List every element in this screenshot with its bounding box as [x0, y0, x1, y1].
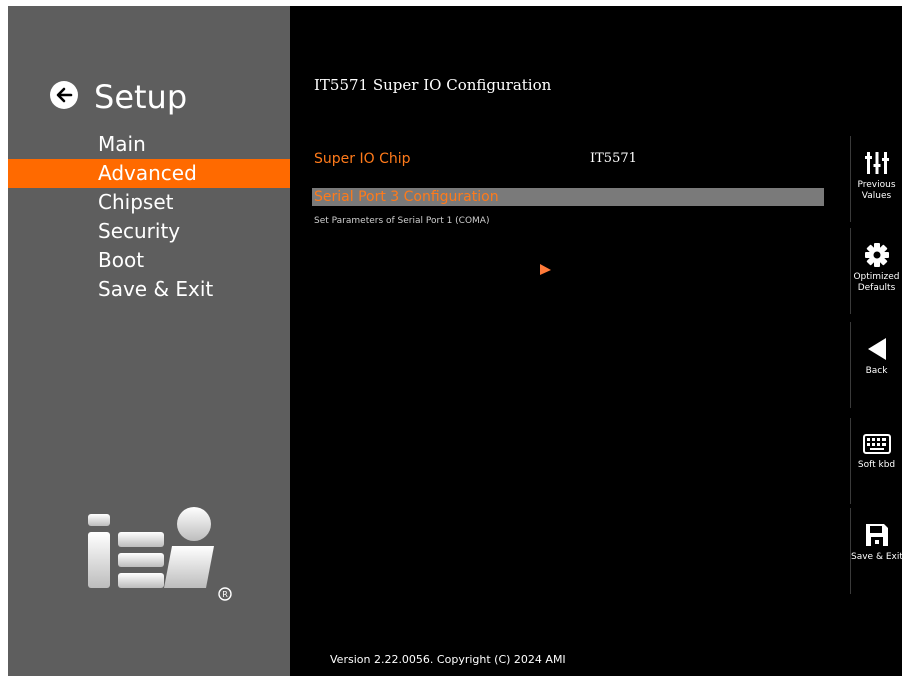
menu-item-advanced[interactable]: Advanced — [8, 159, 290, 188]
serial-port-3-configuration-label: Serial Port 3 Configuration — [314, 189, 499, 205]
gear-icon — [864, 243, 889, 267]
mouse-cursor-icon — [540, 264, 551, 275]
soft-kbd-label: Soft kbd — [857, 460, 896, 470]
save-exit-button[interactable]: Save & Exit — [850, 508, 902, 594]
optimized-defaults-label-2: Defaults — [857, 283, 896, 293]
svg-text:R: R — [222, 590, 228, 599]
version-text: Version 2.22.0056. Copyright (C) 2024 AM… — [330, 653, 566, 666]
bios-screen: Setup Main Advanced Chipset Security Boo… — [8, 6, 902, 676]
help-text: Set Parameters of Serial Port 1 (COMA) — [314, 216, 490, 226]
main-menu: Main Advanced Chipset Security Boot Save… — [8, 130, 290, 304]
iei-logo: R — [88, 507, 232, 601]
setup-title: Setup — [94, 78, 188, 116]
menu-item-chipset[interactable]: Chipset — [8, 188, 290, 217]
super-io-chip-label: Super IO Chip — [314, 151, 411, 167]
content-panel: IT5571 Super IO Configuration Super IO C… — [290, 6, 850, 676]
back-triangle-icon — [867, 338, 886, 360]
previous-values-label-1: Previous — [857, 180, 896, 190]
menu-item-boot[interactable]: Boot — [8, 246, 290, 275]
page-title: IT5571 Super IO Configuration — [314, 76, 552, 94]
save-exit-label: Save & Exit — [851, 552, 902, 562]
menu-item-main[interactable]: Main — [8, 130, 290, 159]
right-toolbar: Previous Values Optimized Defaults Back … — [850, 6, 902, 676]
back-arrow-icon[interactable] — [50, 81, 78, 109]
soft-keyboard-button[interactable]: Soft kbd — [850, 418, 902, 504]
left-nav-panel: Setup Main Advanced Chipset Security Boo… — [8, 6, 290, 676]
super-io-chip-value: IT5571 — [590, 151, 637, 166]
floppy-disk-icon — [865, 524, 888, 546]
optimized-defaults-button[interactable]: Optimized Defaults — [850, 228, 902, 314]
previous-values-label-2: Values — [861, 191, 892, 201]
previous-values-button[interactable]: Previous Values — [850, 136, 902, 222]
menu-item-save-exit[interactable]: Save & Exit — [8, 275, 290, 304]
back-label: Back — [865, 366, 888, 376]
serial-port-3-configuration-item[interactable]: Serial Port 3 Configuration — [312, 188, 824, 206]
optimized-defaults-label-1: Optimized — [853, 272, 900, 282]
menu-item-security[interactable]: Security — [8, 217, 290, 246]
sliders-icon — [864, 152, 889, 174]
back-button[interactable]: Back — [850, 322, 902, 408]
keyboard-icon — [862, 434, 891, 454]
